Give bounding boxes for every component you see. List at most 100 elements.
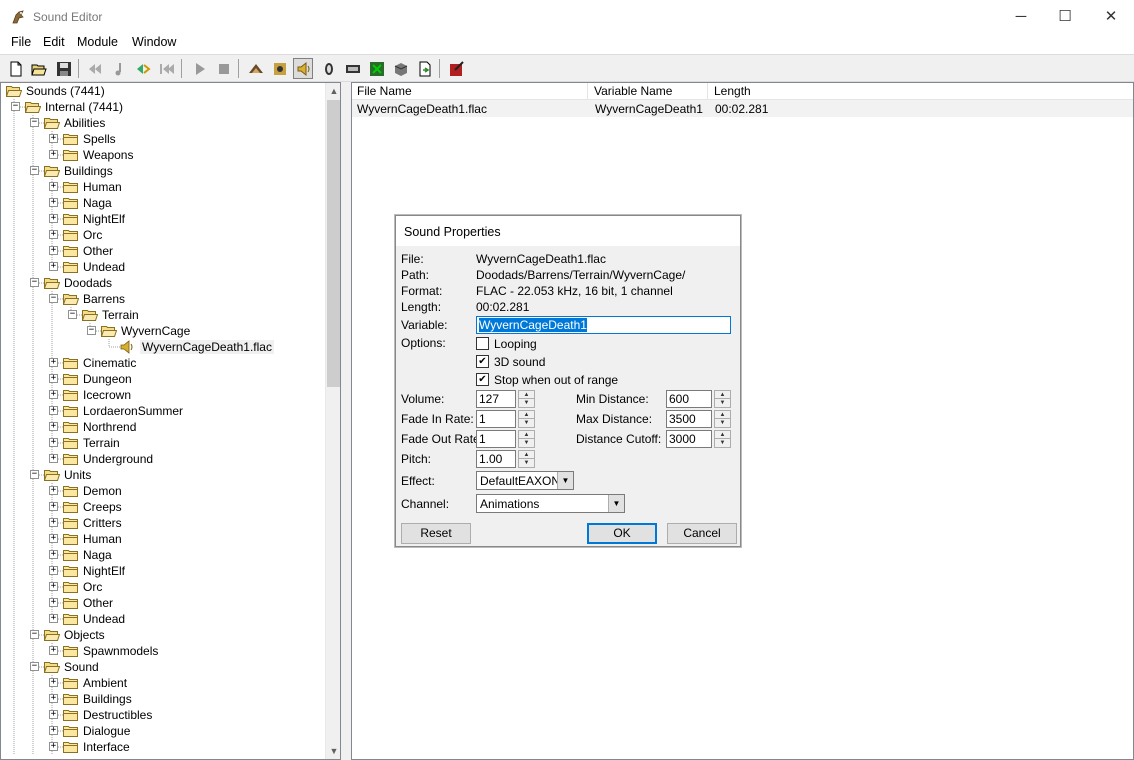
import-button[interactable] [132, 58, 152, 79]
volume-input[interactable]: 127 [476, 390, 516, 408]
tree-item[interactable]: + Undead [1, 259, 321, 275]
collapse-icon[interactable]: − [87, 326, 96, 335]
spin-up-icon[interactable]: ▲ [519, 391, 534, 399]
tree-item[interactable]: + Critters [1, 515, 321, 531]
expand-icon[interactable]: + [49, 534, 58, 543]
collapse-icon[interactable]: − [30, 166, 39, 175]
tree-item[interactable]: + Orc [1, 579, 321, 595]
note-button[interactable] [108, 58, 128, 79]
tree-item[interactable]: + LordaeronSummer [1, 403, 321, 419]
spin-up-icon[interactable]: ▲ [715, 411, 730, 419]
expand-icon[interactable]: + [49, 678, 58, 687]
tree-item[interactable]: − Sound [1, 659, 321, 675]
tree-item[interactable]: − Units [1, 467, 321, 483]
max-distance-spinner[interactable]: ▲ ▼ [714, 410, 731, 428]
3d-sound-checkbox[interactable]: ✔ [476, 355, 489, 368]
expand-icon[interactable]: + [49, 406, 58, 415]
distance-cutoff-spinner[interactable]: ▲ ▼ [714, 430, 731, 448]
expand-icon[interactable]: + [49, 502, 58, 511]
channel-select[interactable]: Animations ▼ [476, 494, 625, 513]
expand-icon[interactable]: + [49, 566, 58, 575]
tree-item[interactable]: − Buildings [1, 163, 321, 179]
expand-icon[interactable]: + [49, 262, 58, 271]
spin-up-icon[interactable]: ▲ [519, 451, 534, 459]
tree-item[interactable]: − Internal (7441) [1, 99, 321, 115]
sound-button[interactable] [245, 58, 265, 79]
tree-item[interactable]: + Undead [1, 611, 321, 627]
ok-button[interactable]: OK [587, 523, 657, 544]
column-length[interactable]: Length [709, 83, 1133, 100]
tree-item[interactable]: − Abilities [1, 115, 321, 131]
menu-file[interactable]: File [11, 35, 31, 49]
tree-scrollbar[interactable]: ▲ ▼ [325, 83, 340, 759]
tree-item[interactable]: − Terrain [1, 307, 321, 323]
min-distance-spinner[interactable]: ▲ ▼ [714, 390, 731, 408]
collapse-icon[interactable]: − [30, 470, 39, 479]
stop-button[interactable] [213, 58, 233, 79]
tree-item[interactable]: + Icecrown [1, 387, 321, 403]
tree-item[interactable]: + Orc [1, 227, 321, 243]
tree-item[interactable]: + NightElf [1, 563, 321, 579]
list-row[interactable]: WyvernCageDeath1.flac WyvernCageDeath1 0… [352, 100, 1133, 117]
object-button[interactable] [414, 58, 434, 79]
collapse-icon[interactable]: − [11, 102, 20, 111]
collapse-icon[interactable]: − [30, 118, 39, 127]
column-file-name[interactable]: File Name [352, 83, 588, 100]
spin-down-icon[interactable]: ▼ [519, 419, 534, 427]
expand-icon[interactable]: + [49, 694, 58, 703]
scroll-up-arrow[interactable]: ▲ [326, 83, 340, 99]
new-button[interactable] [5, 58, 25, 79]
expand-icon[interactable]: + [49, 358, 58, 367]
tree-item[interactable]: + NightElf [1, 211, 321, 227]
maximize-button[interactable]: ☐ [1042, 0, 1088, 33]
spin-up-icon[interactable]: ▲ [715, 431, 730, 439]
pitch-spinner[interactable]: ▲ ▼ [518, 450, 535, 468]
expand-icon[interactable]: + [49, 742, 58, 751]
scroll-thumb[interactable] [327, 100, 340, 387]
collapse-icon[interactable]: − [30, 662, 39, 671]
pitch-input[interactable]: 1.00 [476, 450, 516, 468]
minimize-button[interactable]: ─ [998, 0, 1044, 33]
tree-item[interactable]: + Demon [1, 483, 321, 499]
expand-icon[interactable]: + [49, 182, 58, 191]
tree-item[interactable]: + Creeps [1, 499, 321, 515]
spin-up-icon[interactable]: ▲ [519, 411, 534, 419]
expand-icon[interactable]: + [49, 598, 58, 607]
tree-item[interactable]: + Terrain [1, 435, 321, 451]
tree-item[interactable]: + Spawnmodels [1, 643, 321, 659]
fade-in-spinner[interactable]: ▲ ▼ [518, 410, 535, 428]
spin-up-icon[interactable]: ▲ [519, 431, 534, 439]
music-button[interactable] [342, 58, 362, 79]
tree-item[interactable]: WyvernCageDeath1.flac [1, 339, 321, 355]
tree-item[interactable]: + Spells [1, 131, 321, 147]
expand-icon[interactable]: + [49, 646, 58, 655]
expand-icon[interactable]: + [49, 422, 58, 431]
expand-icon[interactable]: + [49, 230, 58, 239]
reset-button[interactable]: Reset [401, 523, 471, 544]
max-distance-input[interactable]: 3500 [666, 410, 712, 428]
tree-item[interactable]: − Barrens [1, 291, 321, 307]
expand-icon[interactable]: + [49, 710, 58, 719]
play-button[interactable] [189, 58, 209, 79]
tree-item[interactable]: + Other [1, 243, 321, 259]
fade-in-input[interactable]: 1 [476, 410, 516, 428]
expand-icon[interactable]: + [49, 150, 58, 159]
close-button[interactable]: ✕ [1088, 0, 1134, 33]
tree-item[interactable]: + Dungeon [1, 371, 321, 387]
expand-icon[interactable]: + [49, 134, 58, 143]
tree-item[interactable]: Sounds (7441) [1, 83, 321, 99]
ambient-button[interactable] [269, 58, 289, 79]
tree-item[interactable]: + Human [1, 179, 321, 195]
doodad-button[interactable] [366, 58, 386, 79]
spin-up-icon[interactable]: ▲ [715, 391, 730, 399]
expand-icon[interactable]: + [49, 582, 58, 591]
tree-item[interactable]: + Human [1, 531, 321, 547]
tree-item[interactable]: + Underground [1, 451, 321, 467]
tree-item[interactable]: + Interface [1, 739, 321, 755]
collapse-icon[interactable]: − [49, 294, 58, 303]
collapse-icon[interactable]: − [68, 310, 77, 319]
tree-item[interactable]: + Dialogue [1, 723, 321, 739]
effect-select[interactable]: DefaultEAXON ▼ [476, 471, 574, 490]
spin-down-icon[interactable]: ▼ [715, 439, 730, 447]
expand-icon[interactable]: + [49, 486, 58, 495]
